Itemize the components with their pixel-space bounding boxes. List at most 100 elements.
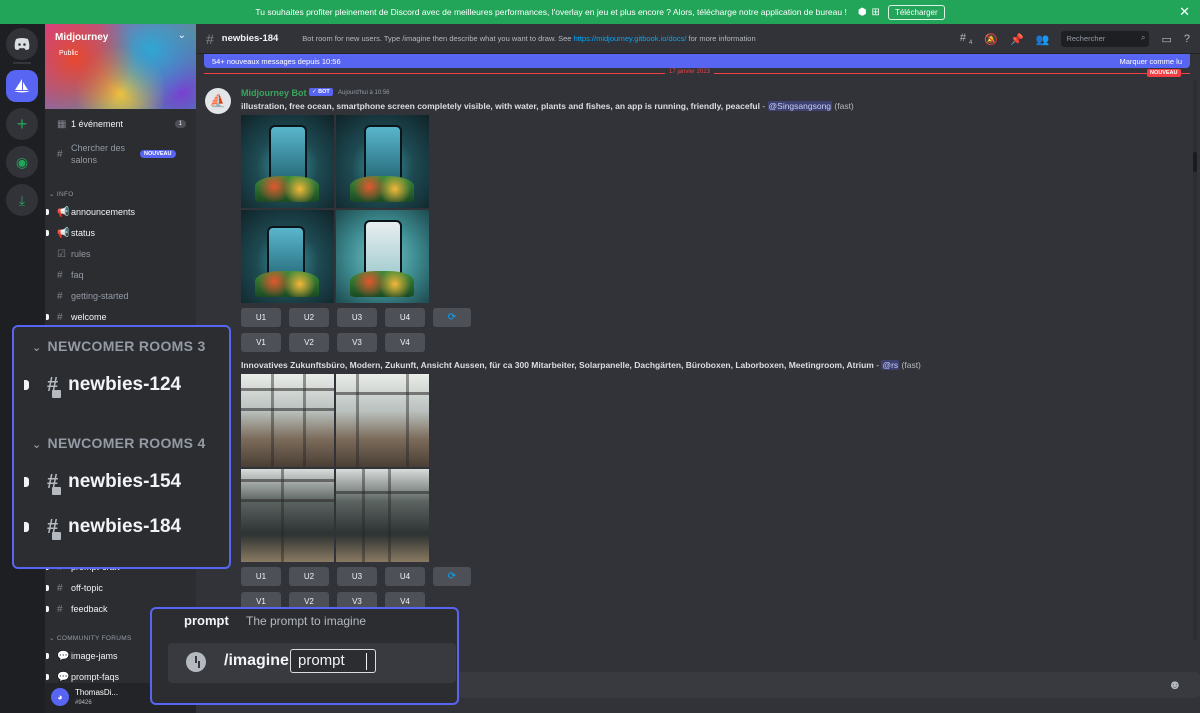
rules-icon: ☑ [57,248,66,260]
u3-button[interactable]: U3 [337,567,377,586]
members-icon[interactable]: 👥 [1036,33,1050,46]
prompt-text: illustration, free ocean, smartphone scr… [241,101,760,111]
mute-bell-icon[interactable]: 🔕 [984,33,998,46]
sidebar-item-off-topic[interactable]: # off-topic [45,578,196,598]
user-mention[interactable]: @Singsangsong [767,101,833,111]
chevron-down-icon[interactable]: ⌄ [178,30,186,41]
variation-row-1: V1 V2 V3 V4 [241,333,425,352]
channel-header: # newbies-184 Bot room for new users. Ty… [196,24,1200,54]
events-item[interactable]: ▦ 1 événement 1 [45,114,196,134]
mark-read-button[interactable]: Marquer comme lu [1119,57,1182,66]
sidebar-item-welcome[interactable]: # welcome [45,307,196,327]
new-messages-bar[interactable]: 54+ nouveaux messages depuis 10:56 Marqu… [204,54,1190,68]
topic-link[interactable]: https://midjourney.gitbook.io/docs/ [574,34,687,43]
clock-icon [186,652,206,672]
unread-indicator [46,230,49,236]
v2-button[interactable]: V2 [289,333,329,352]
prompt-option-input[interactable]: prompt [290,649,376,673]
scrollbar[interactable] [1193,80,1197,640]
channel-topic: Bot room for new users. Type /imagine th… [302,34,755,43]
sidebar-item-rules[interactable]: ☑ rules [45,244,196,264]
grid-image[interactable] [241,469,334,562]
events-label: 1 événement [71,119,124,129]
category-info[interactable]: ⌄ INFO [49,190,74,198]
server-banner[interactable]: Midjourney Public ⌄ [45,24,196,109]
locked-hash-icon: # [47,516,62,540]
bot-avatar[interactable]: ⛵ [205,88,231,114]
threads-icon[interactable]: # 4 [960,32,973,46]
category-forums[interactable]: ⌄ COMMUNITY FORUMS [49,634,132,642]
events-count: 1 [174,120,186,128]
refresh-icon: ⟳ [447,571,457,582]
unread-indicator [46,314,49,320]
grid-image[interactable] [336,374,429,467]
sidebar-item-faq[interactable]: # faq [45,265,196,285]
category-label: NEWCOMER ROOMS 4 [47,435,206,451]
image-grid-1[interactable] [241,115,429,303]
v4-button[interactable]: V4 [385,333,425,352]
category-forums-label: COMMUNITY FORUMS [56,635,132,642]
sidebar-item-status[interactable]: 📢 status [45,223,196,243]
midjourney-server-icon[interactable] [6,70,38,102]
reroll-button[interactable]: ⟳ [433,308,471,327]
u2-button[interactable]: U2 [289,567,329,586]
u4-button[interactable]: U4 [385,308,425,327]
message-author[interactable]: Midjourney Bot [241,88,307,98]
avatar[interactable]: ◕ [51,688,69,706]
job-prompt-1: illustration, free ocean, smartphone scr… [241,101,854,111]
channel-newbies-184[interactable]: # newbies-184 [24,513,181,541]
sidebar-item-label: feedback [71,604,108,614]
v1-button[interactable]: V1 [241,333,281,352]
channel-newbies-154[interactable]: # newbies-154 [24,468,181,496]
refresh-icon: ⟳ [447,312,457,323]
image-grid-2[interactable] [241,374,429,562]
download-button[interactable]: Télécharger [887,4,945,20]
category-newcomer-3[interactable]: ⌄ NEWCOMER ROOMS 3 [32,338,206,354]
u2-button[interactable]: U2 [289,308,329,327]
slash-command: /imagine [224,652,289,669]
u4-button[interactable]: U4 [385,567,425,586]
topic-text: Bot room for new users. Type /imagine th… [302,34,572,43]
megaphone-icon: 📢 [57,206,70,218]
inbox-icon[interactable]: ▭ [1161,33,1171,46]
sidebar-item-getting-started[interactable]: # getting-started [45,286,196,306]
browse-channels-item[interactable]: # Chercher des salons NOUVEAU [45,139,196,169]
calendar-icon: ▦ [57,118,67,130]
hash-icon: # [57,603,63,615]
browse-hash-icon: # [57,148,63,160]
grid-image[interactable] [241,210,334,303]
grid-image[interactable] [241,115,334,208]
explore-compass-icon[interactable]: ◉ [6,146,38,178]
android-icon: ⬢ [857,6,867,18]
channel-newbies-124[interactable]: # newbies-124 [24,371,181,399]
job-mode: (fast) [834,101,854,111]
close-icon[interactable]: ✕ [1179,4,1190,20]
download-apps-icon[interactable]: ⤓ [6,184,38,216]
emoji-picker-icon[interactable]: ☻ [1168,677,1182,692]
grid-image[interactable] [336,115,429,208]
u1-button[interactable]: U1 [241,567,281,586]
add-server-icon[interactable]: + [6,108,38,140]
category-newcomer-4[interactable]: ⌄ NEWCOMER ROOMS 4 [32,435,206,451]
prompt-text: Innovatives Zukunftsbüro, Modern, Zukunf… [241,360,874,370]
grid-image[interactable] [336,469,429,562]
pin-icon[interactable]: 📌 [1010,33,1024,46]
grid-image[interactable] [241,374,334,467]
help-icon[interactable]: ? [1184,33,1190,45]
reroll-button[interactable]: ⟳ [433,567,471,586]
v3-button[interactable]: V3 [337,333,377,352]
search-input[interactable]: Rechercher ⌕ [1061,31,1150,47]
unread-indicator [46,606,49,612]
upscale-row-2: U1 U2 U3 U4 ⟳ [241,567,471,586]
scrollbar-thumb[interactable] [1193,152,1197,172]
discord-home-icon[interactable] [6,28,38,60]
zoom-callout-command: prompt The prompt to imagine /imagine pr… [150,607,459,705]
u3-button[interactable]: U3 [337,308,377,327]
user-mention[interactable]: @rs [881,360,900,370]
os-icons: ⬢ ⊞ [853,7,880,18]
param-description: The prompt to imagine [246,614,367,628]
sidebar-item-announcements[interactable]: 📢 announcements [45,202,196,222]
command-input-row[interactable]: /imagine prompt [168,643,456,683]
u1-button[interactable]: U1 [241,308,281,327]
grid-image[interactable] [336,210,429,303]
